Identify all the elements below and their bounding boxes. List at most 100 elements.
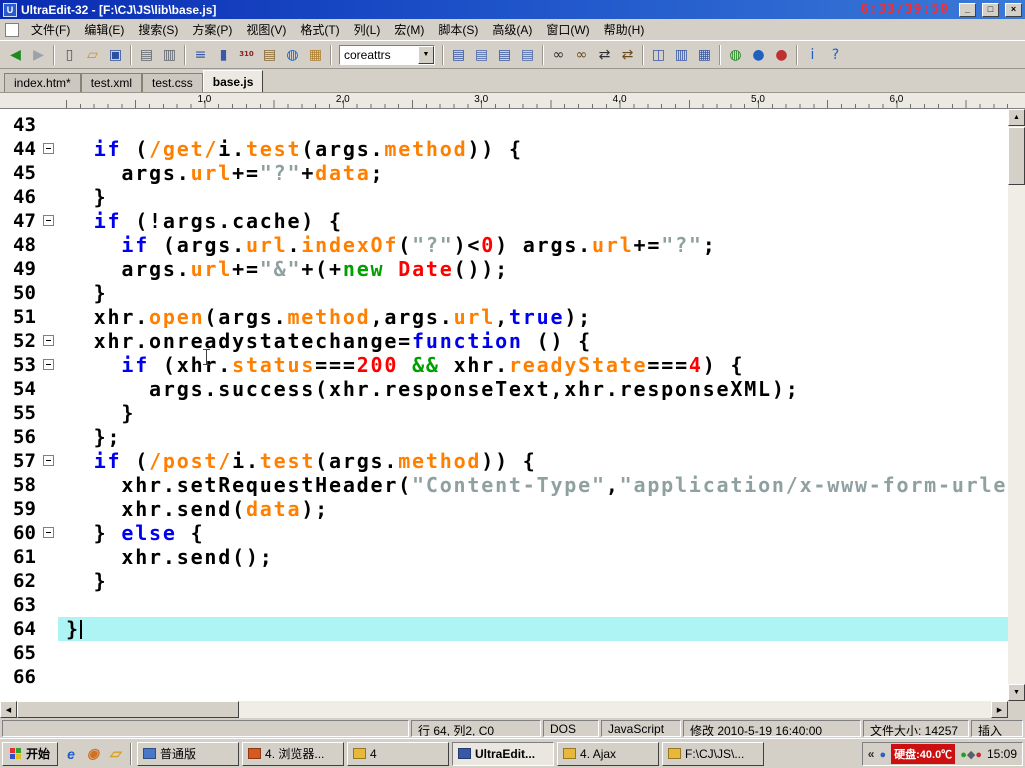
split-window-icon[interactable]: ◫	[647, 44, 670, 66]
my-documents-icon[interactable]: ▱	[105, 744, 125, 764]
help-icon[interactable]: ?	[824, 44, 847, 66]
fold-collapse-icon[interactable]	[43, 335, 54, 346]
menu-m[interactable]: 宏(M)	[387, 18, 431, 41]
fold-collapse-icon[interactable]	[43, 455, 54, 466]
code-text[interactable]: xhr.open(args.method,args.url,true);	[58, 305, 1008, 329]
code-text[interactable]: } else {	[58, 521, 1008, 545]
browser-view-icon[interactable]: ◍	[724, 44, 747, 66]
replace-in-files-icon[interactable]: ⇄	[616, 44, 639, 66]
vertical-scrollbar[interactable]: ▲ ▼	[1008, 109, 1025, 701]
fold-collapse-icon[interactable]	[43, 359, 54, 370]
code-text[interactable]: args.url+="?"+data;	[58, 161, 1008, 185]
code-lines[interactable]: 4344 if (/get/i.test(args.method)) {45 a…	[0, 109, 1008, 701]
editor-area[interactable]: 4344 if (/get/i.test(args.method)) {45 a…	[0, 109, 1025, 701]
menu-l[interactable]: 列(L)	[347, 18, 388, 41]
menu-v[interactable]: 视图(V)	[239, 18, 293, 41]
code-text[interactable]: xhr.send(data);	[58, 497, 1008, 521]
code-text[interactable]: }	[58, 617, 1008, 641]
word-wrap-icon[interactable]: ≡	[189, 44, 212, 66]
chevron-down-icon[interactable]: ▼	[418, 46, 434, 64]
code-text[interactable]: }	[58, 401, 1008, 425]
code-text[interactable]	[58, 593, 1008, 617]
macro-record-icon[interactable]: ●	[770, 44, 793, 66]
horizontal-scroll-thumb[interactable]	[17, 701, 239, 718]
menu-e[interactable]: 编辑(E)	[77, 18, 131, 41]
code-text[interactable]: if (!args.cache) {	[58, 209, 1008, 233]
code-text[interactable]: if (/get/i.test(args.method)) {	[58, 137, 1008, 161]
back-icon[interactable]: ◀	[4, 44, 27, 66]
copy-icon[interactable]: ▤	[258, 44, 281, 66]
html-color-icon[interactable]: ◍	[281, 44, 304, 66]
code-text[interactable]: if (args.url.indexOf("?")<0) args.url+="…	[58, 233, 1008, 257]
code-text[interactable]: args.url+="&"+(+new Date());	[58, 257, 1008, 281]
vertical-scroll-thumb[interactable]	[1008, 127, 1025, 185]
find-icon[interactable]: ∞	[547, 44, 570, 66]
menu-f[interactable]: 文件(F)	[24, 18, 77, 41]
title-bar[interactable]: U UltraEdit-32 - [F:\CJ\JS\lib\base.js] …	[0, 0, 1025, 19]
fold-collapse-icon[interactable]	[43, 527, 54, 538]
code-text[interactable]	[58, 665, 1008, 689]
taskbar-button-4[interactable]: 4	[347, 742, 449, 766]
document-icon[interactable]	[5, 23, 19, 37]
messenger-icon[interactable]: ●	[975, 749, 982, 761]
code-text[interactable]: args.success(xhr.responseText,xhr.respon…	[58, 377, 1008, 401]
paste-icon[interactable]: ▦	[304, 44, 327, 66]
tile-vertical-icon[interactable]: ▦	[693, 44, 716, 66]
code-text[interactable]: }	[58, 281, 1008, 305]
tag-group-combobox[interactable]: coreattrs▼	[339, 45, 435, 65]
tile-horizontal-icon[interactable]: ▥	[670, 44, 693, 66]
horizontal-scrollbar[interactable]: ◀ ▶	[0, 701, 1025, 718]
tab-index-htm[interactable]: index.htm*	[4, 73, 81, 92]
internet-explorer-icon[interactable]: e	[61, 744, 81, 764]
template-list-icon[interactable]: ▤	[516, 44, 539, 66]
taskbar-button-f-cj-js[interactable]: F:\CJ\JS\...	[662, 742, 764, 766]
scroll-up-icon[interactable]: ▲	[1008, 109, 1025, 126]
replace-icon[interactable]: ⇄	[593, 44, 616, 66]
tab-test-css[interactable]: test.css	[142, 73, 203, 92]
restore-button[interactable]: □	[982, 3, 999, 17]
scanner-icon[interactable]: ●	[879, 749, 886, 761]
tag-list-icon[interactable]: ▤	[447, 44, 470, 66]
ftp-open-icon[interactable]: ●	[747, 44, 770, 66]
menu-a[interactable]: 高级(A)	[485, 18, 539, 41]
menu-p[interactable]: 方案(P)	[185, 18, 239, 41]
taskbar-button-ultraedit[interactable]: UltraEdit...	[452, 742, 554, 766]
forward-icon[interactable]: ▶	[27, 44, 50, 66]
code-text[interactable]: xhr.send();	[58, 545, 1008, 569]
minimize-button[interactable]: _	[959, 3, 976, 17]
menu-h[interactable]: 帮助(H)	[597, 18, 652, 41]
taskbar-button-4[interactable]: 4. 浏览器...	[242, 742, 344, 766]
find-in-files-icon[interactable]: ∞	[570, 44, 593, 66]
print-icon[interactable]: ▥	[158, 44, 181, 66]
menu-w[interactable]: 窗口(W)	[539, 18, 596, 41]
code-text[interactable]	[58, 641, 1008, 665]
code-text[interactable]: if (/post/i.test(args.method)) {	[58, 449, 1008, 473]
menu-s[interactable]: 脚本(S)	[431, 18, 485, 41]
code-text[interactable]	[58, 113, 1008, 137]
antivirus-icon[interactable]: ●	[960, 749, 967, 761]
fold-collapse-icon[interactable]	[43, 215, 54, 226]
code-text[interactable]: }	[58, 185, 1008, 209]
code-text[interactable]: };	[58, 425, 1008, 449]
start-button[interactable]: 开始	[2, 742, 58, 766]
media-player-icon[interactable]: ◉	[83, 744, 103, 764]
tab-test-xml[interactable]: test.xml	[81, 73, 142, 92]
save-file-icon[interactable]: ▣	[104, 44, 127, 66]
taskbar-button-item[interactable]: 普通版	[137, 742, 239, 766]
tab-base-js[interactable]: base.js	[203, 70, 264, 92]
print-preview-icon[interactable]: ▤	[135, 44, 158, 66]
scroll-right-icon[interactable]: ▶	[991, 701, 1008, 718]
open-file-icon[interactable]: ▱	[81, 44, 104, 66]
info-icon[interactable]: i	[801, 44, 824, 66]
scroll-left-icon[interactable]: ◀	[0, 701, 17, 718]
menu-t[interactable]: 格式(T)	[293, 18, 346, 41]
code-text[interactable]: }	[58, 569, 1008, 593]
function-list-icon[interactable]: ▤	[470, 44, 493, 66]
hex-edit-icon[interactable]: 310	[235, 44, 258, 66]
new-file-icon[interactable]: ▯	[58, 44, 81, 66]
menu-s[interactable]: 搜索(S)	[131, 18, 185, 41]
code-text[interactable]: xhr.setRequestHeader("Content-Type","app…	[58, 473, 1008, 497]
document-map-icon[interactable]: ▤	[493, 44, 516, 66]
code-text[interactable]: xhr.onreadystatechange=function () {	[58, 329, 1008, 353]
scroll-down-icon[interactable]: ▼	[1008, 684, 1025, 701]
